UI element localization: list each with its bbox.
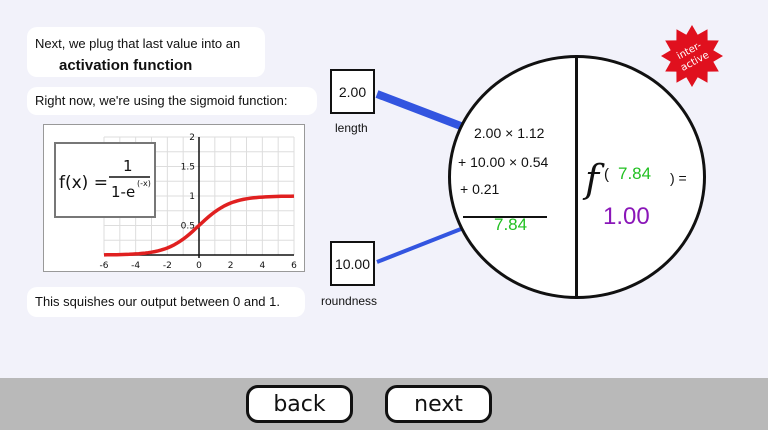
back-label: back bbox=[273, 391, 326, 417]
roundness-label: roundness bbox=[321, 294, 378, 308]
close-paren-equals: ) = bbox=[670, 170, 687, 186]
roundness-weight-line bbox=[376, 225, 467, 264]
weighted-term-1: 2.00 × 1.12 bbox=[474, 125, 545, 141]
weighted-sum: 7.84 bbox=[494, 215, 528, 234]
interactive-badge-icon: inter- active bbox=[661, 25, 723, 87]
activation-output: 1.00 bbox=[603, 203, 650, 230]
weighted-term-2: + 10.00 × 0.54 bbox=[458, 154, 549, 170]
roundness-input-box[interactable]: 10.00 bbox=[330, 241, 375, 286]
next-button[interactable]: next bbox=[385, 385, 492, 423]
activation-f-symbol: f bbox=[585, 157, 600, 201]
bias-term: + 0.21 bbox=[460, 181, 500, 197]
length-value: 2.00 bbox=[338, 83, 367, 100]
length-input-box[interactable]: 2.00 bbox=[330, 69, 375, 114]
badge-star-shape bbox=[661, 25, 723, 87]
roundness-value: 10.00 bbox=[334, 255, 371, 272]
length-weight-line bbox=[375, 90, 468, 132]
bottom-nav-bar bbox=[0, 378, 768, 430]
open-paren: ( bbox=[604, 166, 609, 183]
back-button[interactable]: back bbox=[246, 385, 353, 423]
neuron-divider bbox=[575, 55, 578, 299]
length-label: length bbox=[335, 121, 368, 135]
activation-input: 7.84 bbox=[618, 164, 652, 183]
next-label: next bbox=[414, 391, 463, 417]
